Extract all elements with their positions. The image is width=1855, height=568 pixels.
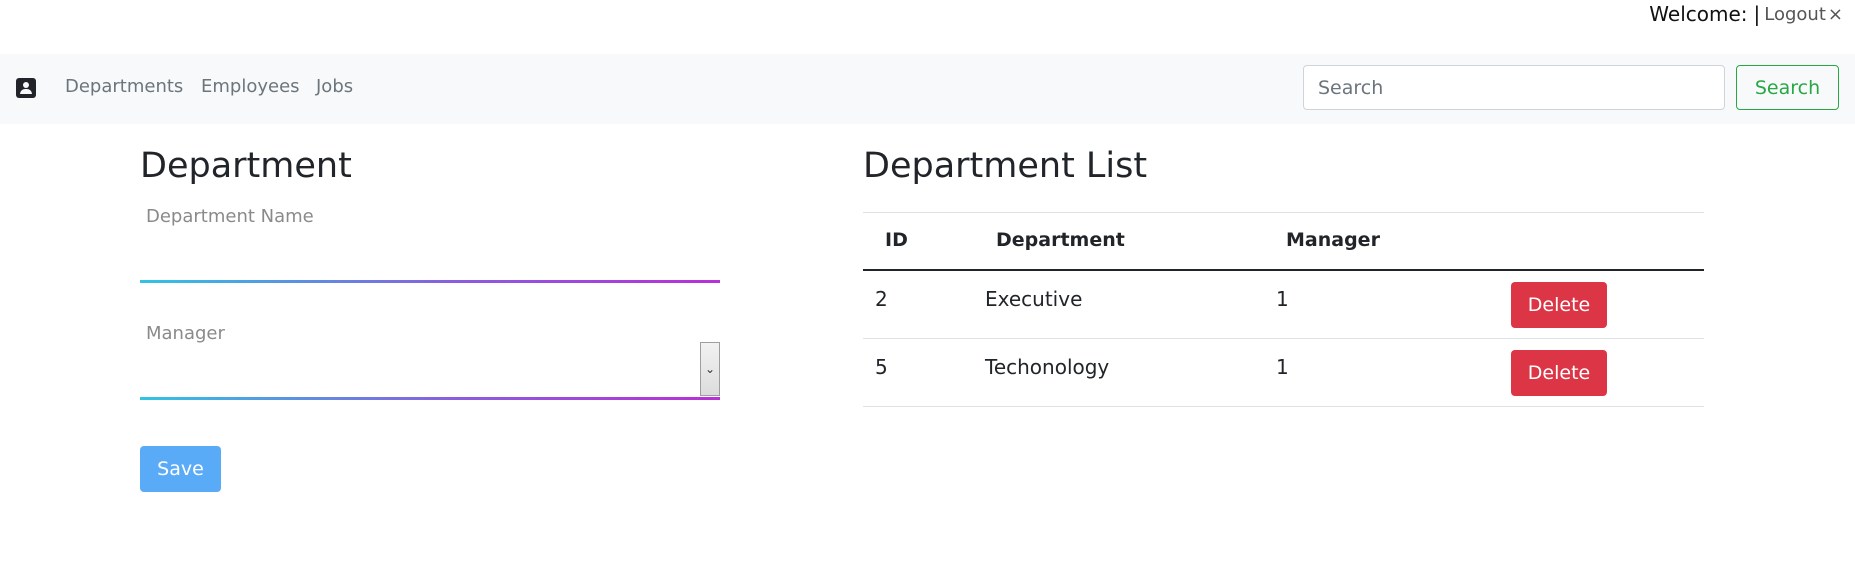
cell-id: 2 — [875, 287, 888, 311]
column-header-department: Department — [996, 229, 1125, 251]
department-name-input[interactable] — [140, 240, 724, 282]
nav-link-jobs[interactable]: Jobs — [316, 76, 353, 97]
column-header-manager: Manager — [1286, 229, 1380, 251]
welcome-text: Welcome: — [1649, 2, 1748, 26]
user-badge-icon-body — [20, 89, 32, 94]
user-badge-icon[interactable] — [16, 78, 36, 98]
cell-department: Executive — [985, 287, 1083, 311]
column-header-id: ID — [885, 229, 908, 251]
top-bar: Welcome: | Logout × — [1649, 0, 1843, 28]
cell-manager: 1 — [1276, 355, 1289, 379]
manager-label: Manager — [146, 323, 225, 344]
logout-link[interactable]: Logout — [1764, 4, 1826, 25]
table-row: 2 Executive 1 Delete — [863, 271, 1704, 339]
delete-button[interactable]: Delete — [1511, 350, 1607, 396]
logout-close-icon[interactable]: × — [1828, 4, 1843, 25]
navbar: Departments Employees Jobs Search — [0, 54, 1855, 124]
save-button[interactable]: Save — [140, 446, 221, 492]
department-name-underline — [140, 280, 720, 283]
list-title: Department List — [863, 146, 1148, 186]
user-badge-icon-head — [23, 82, 29, 88]
cell-manager: 1 — [1276, 287, 1289, 311]
nav-link-departments[interactable]: Departments — [65, 76, 183, 97]
cell-id: 5 — [875, 355, 888, 379]
search-input[interactable] — [1303, 65, 1725, 110]
department-table: ID Department Manager 2 Executive 1 Dele… — [863, 212, 1704, 407]
delete-button[interactable]: Delete — [1511, 282, 1607, 328]
nav-link-employees[interactable]: Employees — [201, 76, 300, 97]
department-name-label: Department Name — [146, 206, 314, 227]
chevron-down-icon[interactable]: ⌄ — [700, 342, 720, 396]
manager-underline — [140, 397, 720, 400]
form-title: Department — [140, 146, 352, 186]
search-button[interactable]: Search — [1736, 65, 1839, 110]
welcome-separator: | — [1753, 2, 1761, 26]
manager-select[interactable]: ⌄ — [140, 342, 720, 396]
cell-department: Techonology — [985, 355, 1110, 379]
table-row: 5 Techonology 1 Delete — [863, 339, 1704, 407]
table-header: ID Department Manager — [863, 212, 1704, 271]
